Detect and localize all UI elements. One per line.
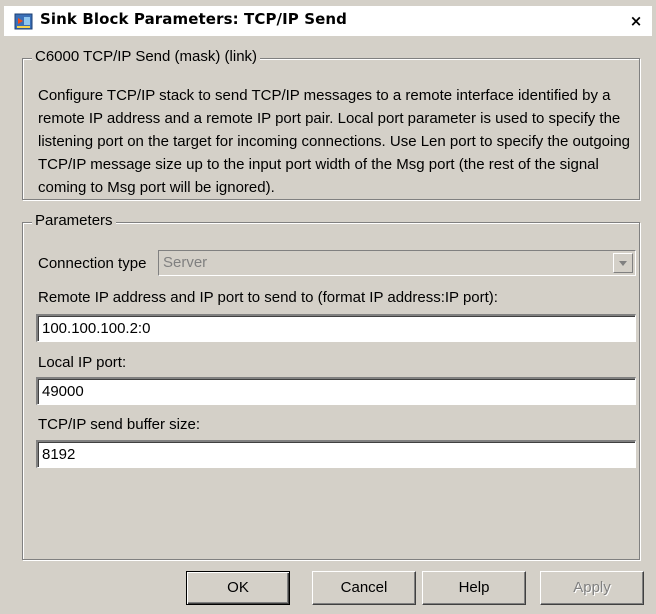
description-group-legend: C6000 TCP/IP Send (mask) (link) <box>32 48 261 65</box>
local-port-field[interactable] <box>36 377 636 405</box>
chevron-down-icon[interactable] <box>613 253 633 273</box>
remote-ip-label: Remote IP address and IP port to send to… <box>38 289 498 306</box>
simulink-block-icon <box>14 12 34 32</box>
block-description: Configure TCP/IP stack to send TCP/IP me… <box>38 87 631 196</box>
close-icon[interactable]: × <box>626 11 646 31</box>
remote-ip-field[interactable] <box>36 314 636 342</box>
parameters-group-legend: Parameters <box>32 212 116 229</box>
title-bar[interactable]: Sink Block Parameters: TCP/IP Send × <box>4 6 652 36</box>
buffer-size-label: TCP/IP send buffer size: <box>38 416 201 433</box>
local-port-label: Local IP port: <box>38 354 127 371</box>
cancel-button[interactable]: Cancel <box>312 571 416 605</box>
apply-button[interactable]: Apply <box>540 571 644 605</box>
buffer-size-field[interactable] <box>36 440 636 468</box>
connection-type-label: Connection type <box>38 255 147 272</box>
help-button[interactable]: Help <box>422 571 526 605</box>
block-parameters-dialog: Sink Block Parameters: TCP/IP Send × C60… <box>0 0 656 614</box>
connection-type-value: Server <box>163 254 208 271</box>
window-title: Sink Block Parameters: TCP/IP Send <box>40 10 348 28</box>
connection-type-dropdown[interactable]: Server <box>158 250 636 276</box>
ok-button[interactable]: OK <box>186 571 290 605</box>
